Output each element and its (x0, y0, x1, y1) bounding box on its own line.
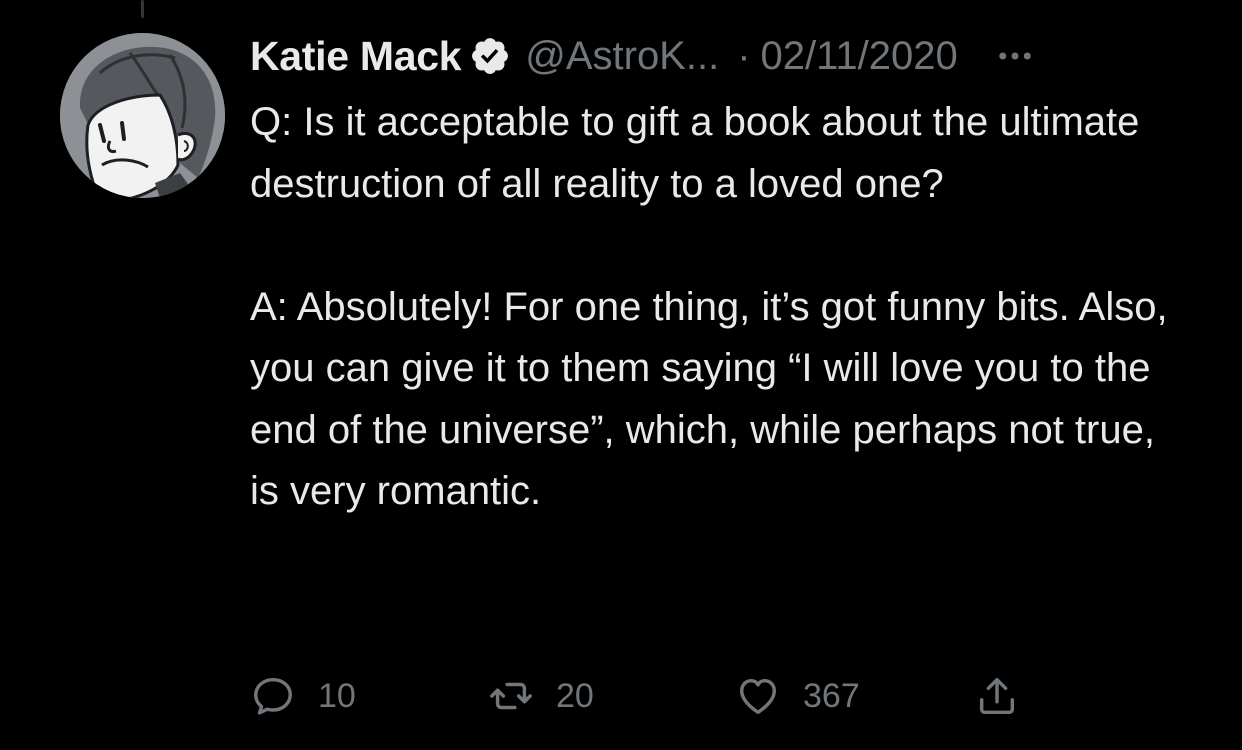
retweet-count: 20 (556, 676, 594, 715)
reply-count: 10 (318, 676, 356, 715)
like-count: 367 (803, 676, 860, 715)
verified-badge-icon (469, 35, 511, 77)
cartoon-avatar-icon (60, 33, 225, 198)
tweet-header: Katie Mack @AstroK... · 02/11/2020 (250, 28, 1210, 84)
reply-icon (254, 677, 292, 715)
author-avatar[interactable] (60, 33, 225, 198)
tweet-actions-bar: 10 20 367 (250, 668, 1050, 724)
tweet-date[interactable]: 02/11/2020 (761, 34, 958, 79)
tweet-question: Q: Is it acceptable to gift a book about… (250, 100, 1140, 206)
share-icon (979, 677, 1015, 715)
author-display-name[interactable]: Katie Mack (250, 33, 462, 80)
tweet-answer: A: Absolutely! For one thing, it’s got f… (250, 284, 1168, 514)
like-button[interactable]: 367 (735, 668, 860, 724)
tweet-content: Katie Mack @AstroK... · 02/11/2020 Q: Is… (250, 28, 1210, 523)
share-button[interactable] (974, 668, 1020, 724)
header-separator: · (737, 33, 751, 78)
retweet-button[interactable]: 20 (488, 668, 594, 724)
retweet-icon (490, 682, 532, 710)
author-handle[interactable]: @AstroK... (525, 34, 719, 79)
more-options-icon[interactable] (994, 35, 1036, 77)
tweet-body: Q: Is it acceptable to gift a book about… (250, 92, 1170, 523)
like-icon (739, 678, 777, 715)
reply-button[interactable]: 10 (250, 668, 356, 724)
thread-connector-line (141, 0, 144, 18)
